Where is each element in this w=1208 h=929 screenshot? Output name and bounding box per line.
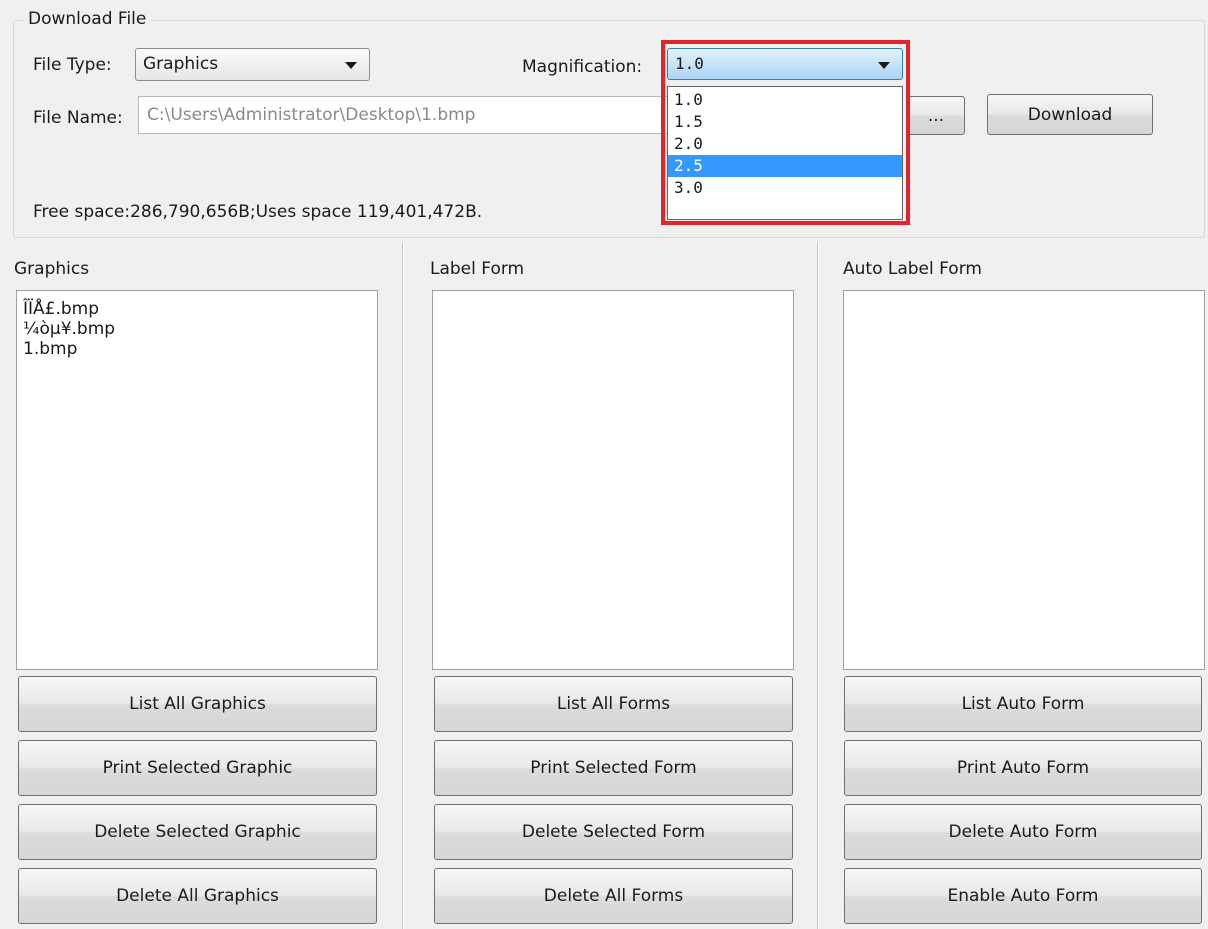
- magnification-option[interactable]: 2.0: [668, 133, 902, 155]
- download-file-group-title: Download File: [24, 9, 151, 29]
- print-selected-graphic-button[interactable]: Print Selected Graphic: [18, 740, 377, 796]
- chevron-down-icon: [345, 62, 357, 69]
- list-item[interactable]: ÎÏÅ£.bmp: [17, 299, 377, 319]
- magnification-option[interactable]: 1.5: [668, 111, 902, 133]
- magnification-option-selected[interactable]: 2.5: [668, 155, 902, 177]
- print-auto-form-button[interactable]: Print Auto Form: [844, 740, 1202, 796]
- panel-separator: [402, 242, 404, 929]
- list-item[interactable]: ¼òµ¥.bmp: [17, 319, 377, 339]
- file-name-label: File Name:: [33, 108, 123, 128]
- magnification-dropdown: 1.0 1.5 2.0 2.5 3.0: [667, 86, 903, 220]
- auto-label-form-title: Auto Label Form: [843, 259, 982, 279]
- file-type-label: File Type:: [33, 55, 112, 75]
- magnification-option[interactable]: 3.0: [668, 177, 902, 199]
- magnification-option[interactable]: 1.0: [668, 89, 902, 111]
- auto-label-form-list[interactable]: [843, 290, 1205, 670]
- print-selected-form-button[interactable]: Print Selected Form: [434, 740, 793, 796]
- list-auto-form-button[interactable]: List Auto Form: [844, 676, 1202, 732]
- graphics-list[interactable]: ÎÏÅ£.bmp ¼òµ¥.bmp 1.bmp: [16, 290, 378, 670]
- delete-all-forms-button[interactable]: Delete All Forms: [434, 868, 793, 924]
- list-item[interactable]: 1.bmp: [17, 339, 377, 359]
- list-all-graphics-button[interactable]: List All Graphics: [18, 676, 377, 732]
- label-form-list[interactable]: [432, 290, 794, 670]
- magnification-select[interactable]: 1.0: [667, 48, 903, 80]
- file-type-select[interactable]: Graphics: [135, 48, 370, 81]
- browse-button[interactable]: ...: [907, 96, 965, 135]
- magnification-label: Magnification:: [522, 57, 643, 77]
- space-info: Free space:286,790,656B;Uses space 119,4…: [33, 202, 483, 222]
- delete-auto-form-button[interactable]: Delete Auto Form: [844, 804, 1202, 860]
- delete-selected-graphic-button[interactable]: Delete Selected Graphic: [18, 804, 377, 860]
- file-type-value: Graphics: [143, 54, 219, 74]
- graphics-title: Graphics: [14, 259, 90, 279]
- download-button[interactable]: Download: [987, 94, 1153, 135]
- delete-selected-form-button[interactable]: Delete Selected Form: [434, 804, 793, 860]
- file-name-input[interactable]: C:\Users\Administrator\Desktop\1.bmp: [138, 96, 678, 134]
- list-all-forms-button[interactable]: List All Forms: [434, 676, 793, 732]
- label-form-title: Label Form: [430, 259, 525, 279]
- magnification-value: 1.0: [675, 54, 704, 73]
- chevron-down-icon: [878, 62, 890, 69]
- delete-all-graphics-button[interactable]: Delete All Graphics: [18, 868, 377, 924]
- panel-separator: [817, 242, 819, 929]
- enable-auto-form-button[interactable]: Enable Auto Form: [844, 868, 1202, 924]
